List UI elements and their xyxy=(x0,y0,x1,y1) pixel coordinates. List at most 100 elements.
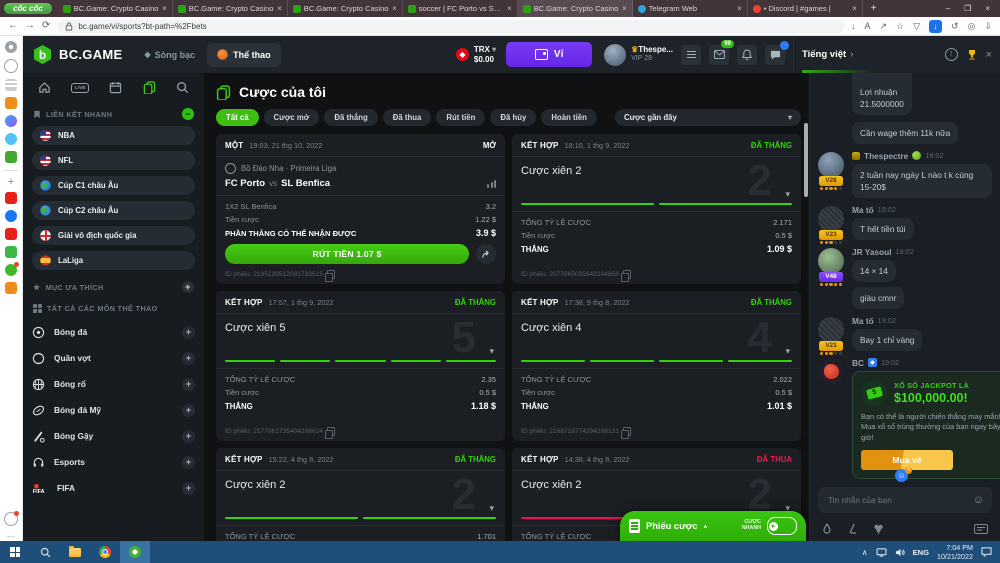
emoji-picker-icon[interactable]: ☺ xyxy=(973,494,984,506)
wallet-button[interactable]: Ví xyxy=(506,42,593,67)
expand-plus-icon[interactable]: + xyxy=(182,429,195,443)
avatar[interactable] xyxy=(818,247,844,274)
bet-card-combo[interactable]: KẾT HỢP 17:57, 1 thg 9, 2022 ĐÃ THẮNG Cược… xyxy=(216,291,505,441)
notifications-button[interactable] xyxy=(737,44,757,65)
chat-command-icon[interactable] xyxy=(847,523,858,534)
tab-close-icon[interactable]: × xyxy=(277,4,282,13)
chat-rules-card-icon[interactable] xyxy=(974,523,988,534)
tray-expand-icon[interactable]: ∧ xyxy=(862,548,868,557)
chat-close-icon[interactable]: × xyxy=(986,49,992,61)
sidebar-item-cup-c2[interactable]: Cúp C2 châu Âu xyxy=(32,201,195,220)
tab-close-icon[interactable]: × xyxy=(162,4,167,13)
bcgame-logo-icon[interactable]: b xyxy=(33,45,52,64)
language-indicator[interactable]: ENG xyxy=(913,548,929,557)
filter-won[interactable]: Đã thắng xyxy=(324,109,378,126)
url-field[interactable]: bc.game/vi/sports?bt-path=%2Fbets xyxy=(57,19,844,33)
expand-caret-icon[interactable]: ▾ xyxy=(489,346,494,357)
tab-close-icon[interactable]: × xyxy=(507,4,512,13)
tab-close-icon[interactable]: × xyxy=(622,4,627,13)
start-button[interactable] xyxy=(0,541,30,563)
sidebar-item-esports[interactable]: Esports + xyxy=(32,449,195,475)
bet-card-single[interactable]: MỘT 19:03, 21 thg 10, 2022 MỞ Bồ Đào Nha ·… xyxy=(216,134,505,284)
profile-icon[interactable]: ◎ xyxy=(968,21,976,32)
notification-bell-icon[interactable] xyxy=(4,511,19,526)
sync-icon[interactable]: ↺ xyxy=(951,21,959,32)
browser-tab[interactable]: BC.Game: Crypto Casino × xyxy=(173,0,288,17)
user-info[interactable]: ♛Thespe... VIP 28 xyxy=(631,45,673,64)
more-icon[interactable]: … xyxy=(7,530,16,539)
chat-username[interactable]: BC xyxy=(852,358,864,368)
chat-username[interactable]: Ma tố xyxy=(852,205,874,215)
filter-open[interactable]: Cược mở xyxy=(263,109,320,126)
chat-username[interactable]: Thespectre xyxy=(864,151,908,161)
adblock-shield-icon[interactable]: ▽ xyxy=(913,21,920,32)
expand-caret-icon[interactable]: ▾ xyxy=(785,189,790,200)
history-icon[interactable] xyxy=(4,59,18,73)
copy-icon[interactable] xyxy=(324,270,335,282)
inbox-button[interactable]: 99 xyxy=(709,39,734,65)
collapse-button[interactable]: − xyxy=(182,108,194,120)
chat-input[interactable] xyxy=(826,494,973,506)
filter-lost[interactable]: Đã thua xyxy=(382,109,432,126)
jackpot-promo-card[interactable]: $ XỔ SỐ JACKPOT LÀ $100,000.00! Bạn có t… xyxy=(852,370,1000,482)
shopping-cart-icon[interactable] xyxy=(5,282,17,294)
action-center-icon[interactable] xyxy=(981,547,992,557)
downloads-tray-icon[interactable]: ⇩ xyxy=(984,21,992,32)
messenger-icon[interactable] xyxy=(5,115,17,127)
settings-gear-icon[interactable] xyxy=(5,41,17,53)
calendar-icon[interactable] xyxy=(109,81,122,94)
browser-tab-active[interactable]: BC.Game: Crypto Casino × xyxy=(517,0,633,17)
active-download-icon[interactable]: ↓ xyxy=(929,19,943,33)
quick-bet-toggle[interactable]: ▸ xyxy=(767,517,797,535)
browser-tab[interactable]: Telegram Web × xyxy=(633,0,748,17)
bet-card-combo[interactable]: KẾT HỢP 18:10, 1 thg 9, 2022 ĐÃ THẮNG Cược… xyxy=(512,134,801,284)
file-explorer-button[interactable] xyxy=(60,541,90,563)
games-icon[interactable] xyxy=(5,151,17,163)
copy-icon[interactable] xyxy=(324,427,335,439)
filter-cancelled[interactable]: Đã hủy xyxy=(490,109,537,126)
filter-cashout[interactable]: Rút tiền xyxy=(436,109,486,126)
facebook-icon[interactable] xyxy=(5,210,17,222)
browser-tab[interactable]: BC.Game: Crypto Casino × xyxy=(58,0,173,17)
share-bet-button[interactable] xyxy=(476,244,496,264)
sidebar-item-cup-c1[interactable]: Cúp C1 châu Âu xyxy=(32,176,195,195)
sidebar-item-basketball[interactable]: Bóng rổ + xyxy=(32,371,195,397)
my-bets-icon-active[interactable] xyxy=(143,81,156,94)
crown-rewards-icon[interactable] xyxy=(5,97,17,109)
expand-plus-icon[interactable]: + xyxy=(182,351,195,365)
expand-plus-icon[interactable]: + xyxy=(182,403,195,417)
scrollbar-thumb[interactable] xyxy=(804,123,808,197)
promo-icon[interactable] xyxy=(5,228,17,240)
bc-bot-avatar[interactable] xyxy=(818,358,844,385)
browser-tab[interactable]: soccer | FC Porto vs SL B × xyxy=(403,0,518,17)
avatar[interactable] xyxy=(818,151,844,178)
tip-rain-icon[interactable] xyxy=(822,522,832,535)
gift-icon[interactable] xyxy=(5,246,17,258)
sidebar-item-american-football[interactable]: Bóng đá Mỹ + xyxy=(32,397,195,423)
tab-close-icon[interactable]: × xyxy=(392,4,397,13)
coccoc-button-active[interactable] xyxy=(120,541,150,563)
stats-icon[interactable] xyxy=(487,179,496,188)
expand-plus-icon[interactable]: + xyxy=(182,455,195,469)
forward-button[interactable]: → xyxy=(25,21,35,31)
chat-username[interactable]: JR Yasoul xyxy=(852,247,892,257)
share-icon[interactable]: ↗ xyxy=(880,21,888,32)
avatar[interactable] xyxy=(818,316,844,343)
nav-casino[interactable]: ◆ Sòng bạc xyxy=(137,50,204,60)
sidebar-item-soccer[interactable]: Bóng đá + xyxy=(32,319,195,345)
cashout-button[interactable]: RÚT TIỀN 1.07 $ xyxy=(225,244,469,264)
browser-tab[interactable]: BC.Game: Crypto Casino × xyxy=(288,0,403,17)
expand-caret-icon[interactable]: ▾ xyxy=(489,503,494,514)
tab-close-icon[interactable]: × xyxy=(852,4,857,13)
coccoc-brand[interactable]: cốc cốc xyxy=(4,3,52,14)
download-icon[interactable]: ↓ xyxy=(851,21,856,31)
add-shortcut-icon[interactable]: + xyxy=(8,177,14,188)
expand-plus-icon[interactable]: + xyxy=(182,377,195,391)
chat-app-icon[interactable] xyxy=(5,262,19,276)
avatar[interactable] xyxy=(818,205,844,232)
sidebar-item-cricket[interactable]: Bóng Gậy + xyxy=(32,423,195,449)
zalo-icon[interactable] xyxy=(5,133,17,145)
live-icon[interactable]: LIVE xyxy=(71,82,90,93)
sidebar-item-nfl[interactable]: NFL xyxy=(32,151,195,170)
bcgame-logo-text[interactable]: BC.GAME xyxy=(59,47,123,62)
